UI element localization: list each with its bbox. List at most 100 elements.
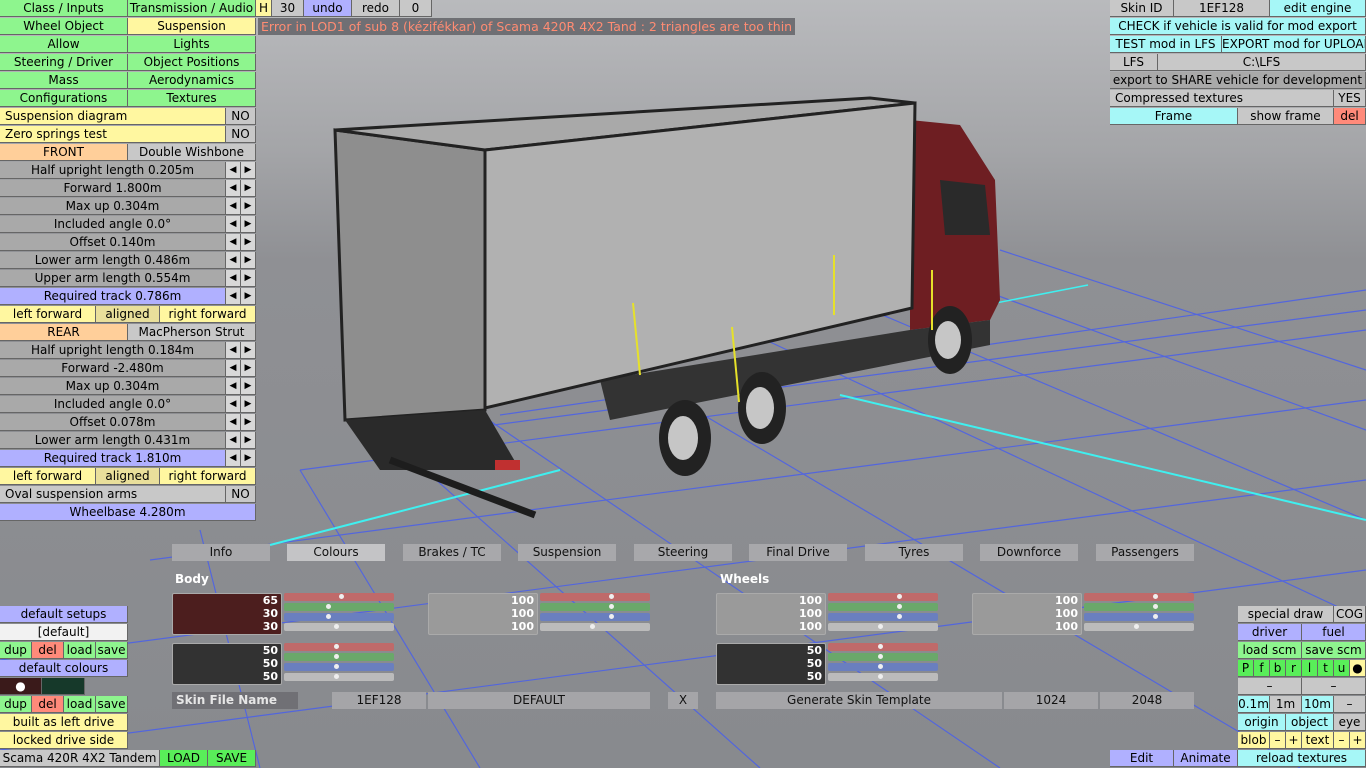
tab-colours[interactable]: Colours (287, 544, 385, 561)
text-button[interactable]: text (1302, 732, 1334, 749)
menu-allow[interactable]: Allow (0, 36, 128, 53)
menu-textures[interactable]: Textures (128, 90, 256, 107)
lfs-path-field[interactable]: C:\LFS (1158, 54, 1366, 71)
arrow-right-icon[interactable]: ▶ (241, 252, 256, 269)
rear-param-slider[interactable]: Offset 0.078m (0, 414, 226, 431)
rear-left-forward[interactable]: left forward (0, 468, 96, 485)
colour-slider[interactable] (540, 603, 650, 611)
view-toggle-6[interactable]: u (1334, 660, 1350, 677)
front-left-forward[interactable]: left forward (0, 306, 96, 323)
colour-slider[interactable] (1084, 623, 1194, 631)
colour-slider[interactable] (540, 623, 650, 631)
eye-button[interactable]: eye (1334, 714, 1366, 731)
text-plus-button[interactable]: + (1350, 732, 1366, 749)
origin-button[interactable]: origin (1238, 714, 1286, 731)
blob-button[interactable]: blob (1238, 732, 1270, 749)
menu-configurations[interactable]: Configurations (0, 90, 128, 107)
arrow-right-icon[interactable]: ▶ (241, 198, 256, 215)
check-vehicle-button[interactable]: CHECK if vehicle is valid for mod export (1110, 18, 1366, 35)
step-1m-button[interactable]: 1m (1270, 696, 1302, 713)
menu-aerodynamics[interactable]: Aerodynamics (128, 72, 256, 89)
arrow-left-icon[interactable]: ◀ (226, 198, 241, 215)
colour-slider[interactable] (284, 593, 394, 601)
locked-drive-side-toggle[interactable]: locked drive side (0, 732, 128, 749)
colour-slider[interactable] (284, 663, 394, 671)
dup-setup-button[interactable]: dup (0, 642, 32, 659)
frame-button[interactable]: Frame (1110, 108, 1238, 125)
arrow-left-icon[interactable]: ◀ (226, 342, 241, 359)
minus-button[interactable]: – (1238, 678, 1302, 695)
res-1024-button[interactable]: 1024 (1004, 692, 1098, 709)
arrow-left-icon[interactable]: ◀ (226, 216, 241, 233)
viewport-3d[interactable]: { "top":{"h":"H","fps":"30","undo":"undo… (0, 0, 1366, 768)
front-param-slider[interactable]: Lower arm length 0.486m (0, 252, 226, 269)
colour-slider[interactable] (1084, 603, 1194, 611)
view-toggle-1[interactable]: f (1254, 660, 1270, 677)
front-required-track[interactable]: Required track 0.786m (0, 288, 226, 305)
front-param-slider[interactable]: Upper arm length 0.554m (0, 270, 226, 287)
blob-plus-button[interactable]: + (1286, 732, 1302, 749)
view-toggle-0[interactable]: P (1238, 660, 1254, 677)
arrow-left-icon[interactable]: ◀ (226, 288, 241, 305)
save-setup-button[interactable]: save (96, 642, 128, 659)
blob-minus-button[interactable]: – (1270, 732, 1286, 749)
tab-suspension[interactable]: Suspension (518, 544, 616, 561)
rear-param-slider[interactable]: Forward -2.480m (0, 360, 226, 377)
colour-preset-1[interactable]: ● (0, 678, 42, 695)
arrow-left-icon[interactable]: ◀ (226, 180, 241, 197)
load-vehicle-button[interactable]: LOAD (160, 750, 208, 767)
tab-tyres[interactable]: Tyres (865, 544, 963, 561)
front-type-select[interactable]: Double Wishbone (128, 144, 256, 161)
test-mod-button[interactable]: TEST mod in LFS (1110, 36, 1222, 53)
arrow-right-icon[interactable]: ▶ (241, 360, 256, 377)
fuel-button[interactable]: fuel (1302, 624, 1366, 641)
load-colours-button[interactable]: load (64, 696, 96, 713)
colour-slider[interactable] (284, 613, 394, 621)
object-button[interactable]: object (1286, 714, 1334, 731)
arrow-right-icon[interactable]: ▶ (241, 414, 256, 431)
colour-slider[interactable] (284, 603, 394, 611)
arrow-right-icon[interactable]: ▶ (241, 450, 256, 467)
suspension-diagram-toggle[interactable]: NO (226, 108, 256, 125)
colour-preset-2[interactable] (42, 678, 85, 695)
load-setup-button[interactable]: load (64, 642, 96, 659)
save-scm-button[interactable]: save scm (1302, 642, 1366, 659)
view-toggle-7[interactable]: ● (1350, 660, 1366, 677)
arrow-left-icon[interactable]: ◀ (226, 396, 241, 413)
redo-button[interactable]: redo (352, 0, 400, 17)
step-minus-button[interactable]: – (1334, 696, 1366, 713)
edit-engine-button[interactable]: edit engine (1270, 0, 1366, 17)
colour-slider[interactable] (284, 643, 394, 651)
dup-colours-button[interactable]: dup (0, 696, 32, 713)
arrow-left-icon[interactable]: ◀ (226, 378, 241, 395)
arrow-left-icon[interactable]: ◀ (226, 162, 241, 179)
default-setup-select[interactable]: [default] (0, 624, 128, 641)
arrow-right-icon[interactable]: ▶ (241, 288, 256, 305)
arrow-left-icon[interactable]: ◀ (226, 414, 241, 431)
skin-file-name-input[interactable]: 1EF128 (332, 692, 426, 709)
colour-slider[interactable] (540, 593, 650, 601)
view-toggle-4[interactable]: l (1302, 660, 1318, 677)
tab-final-drive[interactable]: Final Drive (749, 544, 847, 561)
save-vehicle-button[interactable]: SAVE (208, 750, 256, 767)
h-button[interactable]: H (256, 0, 272, 17)
edit-mode-button[interactable]: Edit (1110, 750, 1174, 767)
rear-param-slider[interactable]: Included angle 0.0° (0, 396, 226, 413)
built-left-drive-toggle[interactable]: built as left drive (0, 714, 128, 731)
oval-arms-toggle[interactable]: NO (226, 486, 256, 503)
front-param-slider[interactable]: Offset 0.140m (0, 234, 226, 251)
colour-slider[interactable] (828, 663, 938, 671)
arrow-left-icon[interactable]: ◀ (226, 270, 241, 287)
arrow-right-icon[interactable]: ▶ (241, 162, 256, 179)
colour-slider[interactable] (828, 613, 938, 621)
front-param-slider[interactable]: Forward 1.800m (0, 180, 226, 197)
front-aligned[interactable]: aligned (96, 306, 160, 323)
front-param-slider[interactable]: Half upright length 0.205m (0, 162, 226, 179)
animate-mode-button[interactable]: Animate (1174, 750, 1238, 767)
res-2048-button[interactable]: 2048 (1100, 692, 1194, 709)
front-right-forward[interactable]: right forward (160, 306, 256, 323)
view-toggle-2[interactable]: b (1270, 660, 1286, 677)
export-share-button[interactable]: export to SHARE vehicle for development (1110, 72, 1366, 89)
menu-wheel-object[interactable]: Wheel Object (0, 18, 128, 35)
default-setups-button[interactable]: default setups (0, 606, 128, 623)
